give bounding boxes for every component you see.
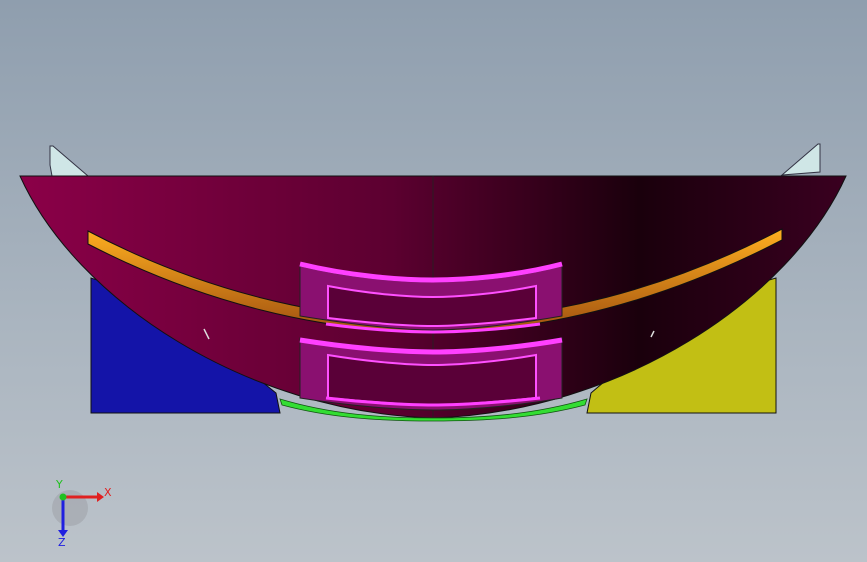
z-axis-label: Z bbox=[58, 536, 66, 548]
x-axis-head bbox=[97, 492, 104, 502]
y-axis-dot bbox=[59, 493, 67, 501]
y-axis-label: Y bbox=[55, 478, 63, 491]
left-tab bbox=[49, 145, 90, 177]
model-view[interactable] bbox=[0, 0, 867, 562]
right-tab bbox=[780, 143, 821, 176]
triad-shadow bbox=[52, 490, 88, 526]
x-axis-label: X bbox=[104, 486, 112, 499]
axis-triad: X Y Z bbox=[40, 478, 120, 549]
graphics-viewport[interactable]: X Y Z bbox=[0, 0, 867, 562]
